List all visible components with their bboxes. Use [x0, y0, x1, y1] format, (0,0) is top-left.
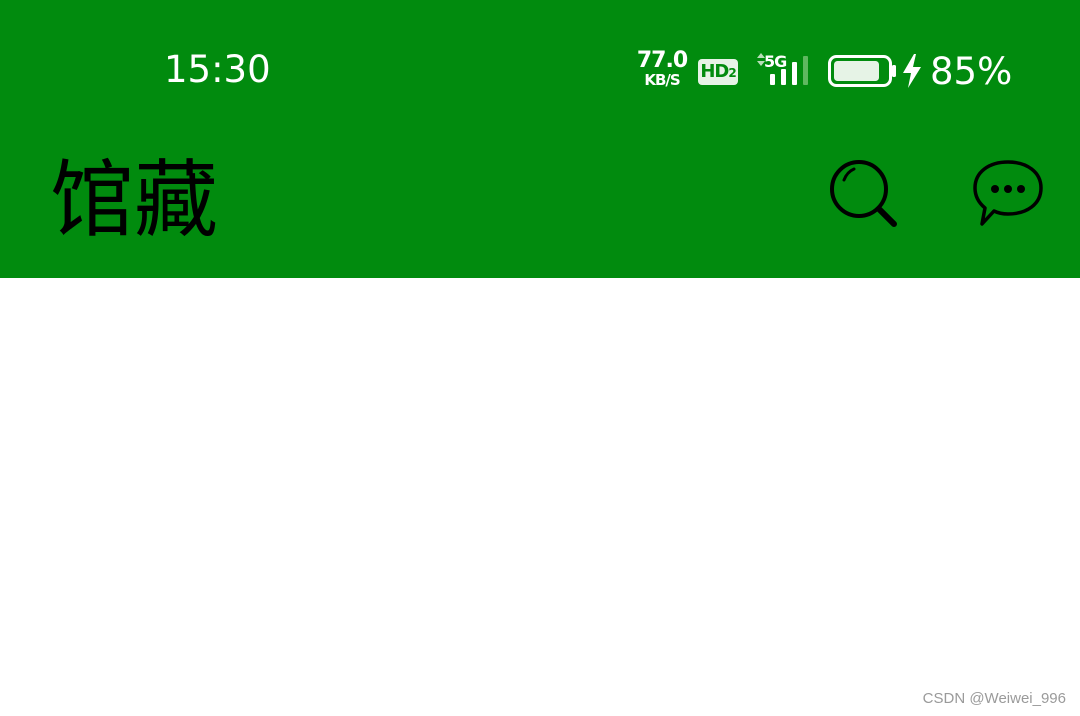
message-button[interactable]	[972, 158, 1044, 230]
battery-icon	[828, 55, 896, 87]
watermark: CSDN @Weiwei_996	[922, 690, 1066, 707]
status-time: 15:30	[164, 48, 271, 91]
hd-label: HD	[700, 61, 729, 82]
network-speed-unit: KB/S	[644, 71, 680, 89]
network-type: 5G	[764, 52, 787, 71]
lightning-bolt-icon	[903, 54, 921, 88]
network-speed-value: 77.0	[636, 48, 688, 73]
page-title: 馆藏	[50, 151, 219, 249]
app-header: 15:30 77.0 KB/S HD2 5G 85% 馆藏	[0, 0, 1080, 278]
hd-sub: 2	[728, 66, 736, 80]
battery-percentage: 85%	[930, 50, 1013, 93]
search-icon	[830, 160, 897, 227]
chat-bubble-icon	[973, 160, 1043, 226]
search-button[interactable]	[828, 158, 900, 230]
hd-voice-badge: HD2	[698, 59, 738, 85]
network-speed: 77.0 KB/S	[634, 48, 690, 89]
